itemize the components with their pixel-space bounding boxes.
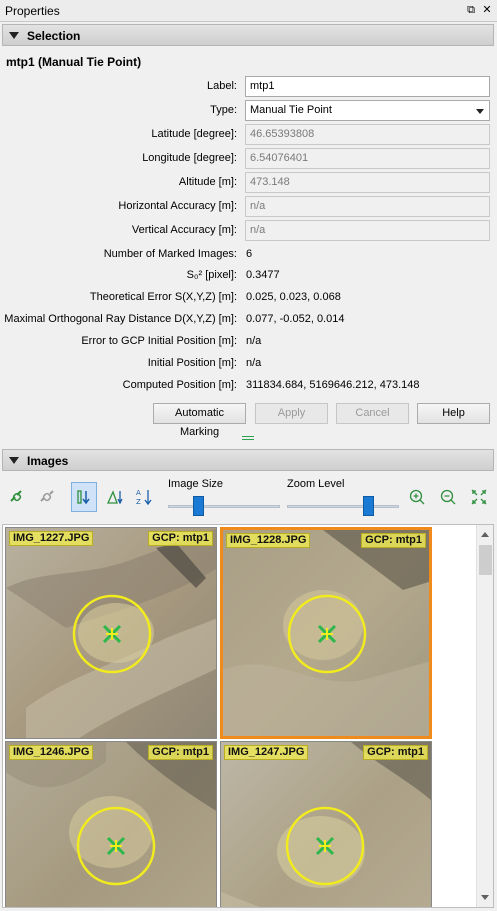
image-gallery: IMG_1227.JPG GCP: mtp1 IMG_1228.JPG GCP:… [2,524,494,908]
section-splitter[interactable] [0,432,497,444]
thumb-gcp-label: GCP: mtp1 [361,533,426,548]
thumb-gcp-label: GCP: mtp1 [148,531,213,546]
image-size-slider-track[interactable] [168,505,280,508]
sort-alpha-icon[interactable]: AZ [131,482,157,512]
image-thumbnail[interactable]: IMG_1227.JPG GCP: mtp1 [5,527,217,739]
altitude-field[interactable]: 473.148 [245,172,490,193]
longitude-field[interactable]: 6.54076401 [245,148,490,169]
svg-text:A: A [136,489,141,497]
fit-icon[interactable] [466,482,492,512]
sort-error-icon[interactable] [102,482,128,512]
selection-header-label: Selection [27,29,81,43]
unlink-icon[interactable] [34,482,60,512]
s0-label: S₀² [pixel]: [186,269,237,281]
scroll-up-icon[interactable] [481,532,489,537]
max-ray-distance-value: 0.077, -0.052, 0.014 [246,313,345,325]
thumb-filename: IMG_1246.JPG [9,745,94,760]
automatic-marking-button[interactable]: Automatic Marking [153,403,246,438]
gcp-error-value: n/a [246,335,262,347]
type-select[interactable]: Manual Tie Point [245,100,490,121]
zoom-out-icon[interactable] [435,482,461,512]
vertical-accuracy-field[interactable]: n/a [245,220,490,241]
close-icon[interactable]: ✕ [480,3,494,17]
thumb-filename: IMG_1228.JPG [226,533,311,548]
altitude-label: Altitude [m]: [178,176,237,188]
type-field-label: Type: [210,104,237,116]
gcp-error-label: Error to GCP Initial Position [m]: [81,335,237,347]
label-input[interactable]: mtp1 [245,76,490,97]
scrollbar-handle[interactable] [479,545,492,575]
image-size-slider-handle[interactable] [193,496,205,516]
image-thumbnail[interactable]: IMG_1247.JPG GCP: mtp1 [220,741,432,907]
thumb-gcp-label: GCP: mtp1 [148,745,213,760]
svg-text:Z: Z [136,498,141,506]
horizontal-accuracy-label: Horizontal Accuracy [m]: [118,200,237,212]
collapse-arrow-icon[interactable] [9,32,19,39]
zoom-level-slider-handle[interactable] [362,496,374,516]
thumb-gcp-label: GCP: mtp1 [363,745,428,760]
images-section-header[interactable]: Images [2,449,494,471]
initial-position-value: n/a [246,357,262,369]
type-select-value: Manual Tie Point [250,104,332,116]
initial-position-label: Initial Position [m]: [147,357,237,369]
float-icon[interactable]: ⧉ [464,3,478,17]
sort-descending-icon[interactable] [71,482,97,512]
help-button[interactable]: Help [417,403,490,424]
properties-titlebar: Properties ⧉ ✕ [0,0,497,22]
chevron-down-icon [476,109,484,114]
marked-images-value: 6 [246,248,253,260]
longitude-label: Longitude [degree]: [142,152,237,164]
marked-images-label: Number of Marked Images: [103,248,237,260]
collapse-arrow-icon[interactable] [9,457,19,464]
horizontal-accuracy-field[interactable]: n/a [245,196,490,217]
label-field-label: Label: [207,80,237,92]
images-header-label: Images [27,454,69,468]
scroll-down-icon[interactable] [481,895,489,900]
splitter-grip-icon[interactable] [242,436,254,440]
s0-value: 0.3477 [246,269,280,281]
max-ray-distance-label: Maximal Orthogonal Ray Distance D(X,Y,Z)… [4,313,237,325]
cancel-button[interactable]: Cancel [336,403,409,424]
zoom-level-label: Zoom Level [287,478,345,490]
selection-section-header[interactable]: Selection [2,24,494,46]
panel-title: Properties [5,4,60,18]
gallery-scrollbar[interactable] [476,525,493,907]
vertical-accuracy-label: Vertical Accuracy [m]: [131,224,237,236]
zoom-in-icon[interactable] [404,482,430,512]
computed-position-label: Computed Position [m]: [122,379,237,391]
apply-button[interactable]: Apply [255,403,328,424]
image-thumbnail-selected[interactable]: IMG_1228.JPG GCP: mtp1 [220,527,432,739]
image-thumbnail[interactable]: IMG_1246.JPG GCP: mtp1 [5,741,217,907]
latitude-field[interactable]: 46.65393808 [245,124,490,145]
zoom-level-slider-track[interactable] [287,505,399,508]
image-size-label: Image Size [168,478,224,490]
images-toolbar: AZ Image Size Zoom Level [0,472,497,522]
computed-position-value: 311834.684, 5169646.212, 473.148 [246,379,420,391]
selection-title: mtp1 (Manual Tie Point) [6,55,142,69]
link-icon[interactable] [4,482,30,512]
thumb-filename: IMG_1227.JPG [9,531,94,546]
latitude-label: Latitude [degree]: [151,128,237,140]
thumb-filename: IMG_1247.JPG [224,745,309,760]
theoretical-error-value: 0.025, 0.023, 0.068 [246,291,341,303]
theoretical-error-label: Theoretical Error S(X,Y,Z) [m]: [89,291,237,303]
